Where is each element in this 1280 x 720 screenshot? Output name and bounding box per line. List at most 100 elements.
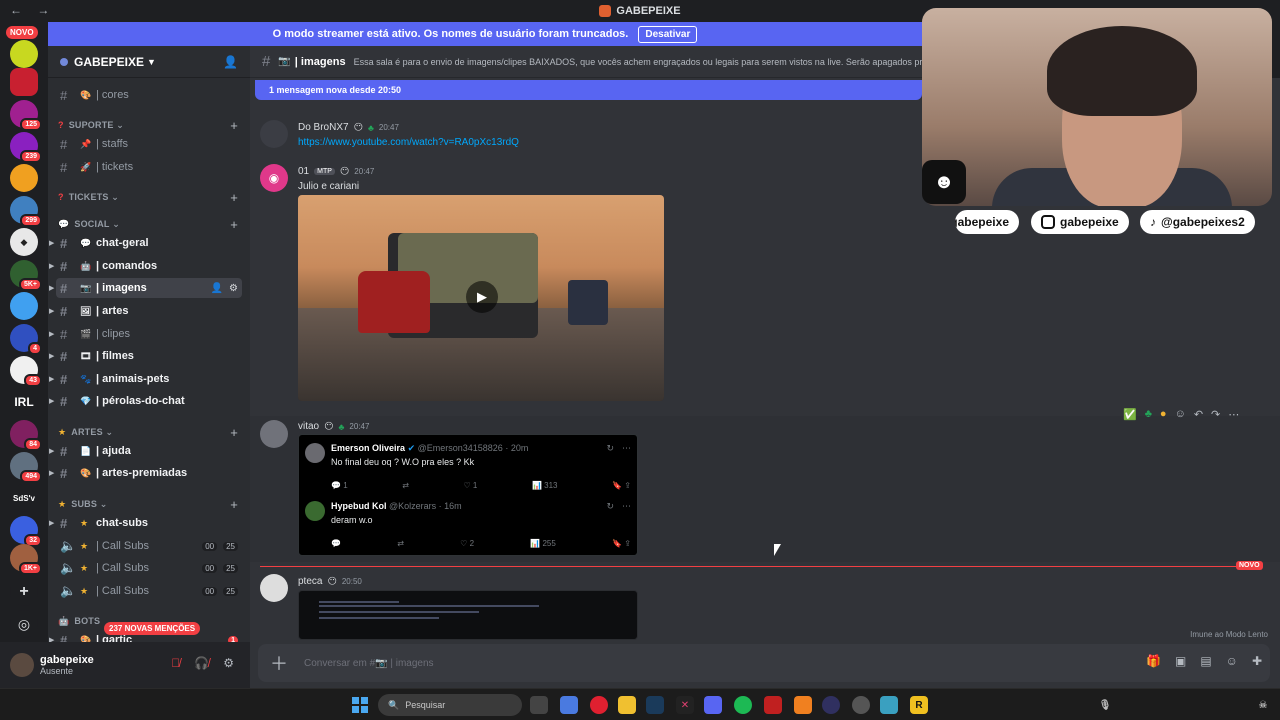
add-reaction-icon[interactable]: ☺ xyxy=(1175,408,1186,421)
new-mentions-pill[interactable]: 237 NOVAS MENÇÕES xyxy=(104,622,201,635)
channel-filmes[interactable]: ▶ # 🎞 | filmes xyxy=(49,346,242,366)
category-subs[interactable]: ★ SUBS ⌄ + xyxy=(58,497,238,512)
nav-arrows[interactable]: ← → xyxy=(10,3,55,17)
new-servers-pill[interactable]: NOVO xyxy=(6,26,38,39)
rockstar-icon[interactable]: R xyxy=(910,696,928,714)
channel-comandos[interactable]: ▶ # 🤖 | comandos xyxy=(49,256,242,276)
channel-staffs[interactable]: # 📌 | staffs xyxy=(56,134,242,154)
channel-tickets[interactable]: # 🚀 | tickets xyxy=(56,157,242,177)
gift-icon[interactable]: 🎁 xyxy=(1146,654,1161,668)
folder-icon[interactable] xyxy=(618,696,636,714)
server-icon[interactable]: 1K+ xyxy=(10,544,42,575)
voice-channel-call-subs[interactable]: 🔈 ★ | Call Subs 00 25 xyxy=(56,558,242,578)
server-icon[interactable]: 239 xyxy=(10,132,42,163)
reaction-icon[interactable]: ● xyxy=(1160,408,1167,421)
add-attachment-icon[interactable]: ＋ xyxy=(264,650,294,676)
avatar[interactable] xyxy=(10,653,34,677)
obs-icon[interactable] xyxy=(852,696,870,714)
reaction-icon[interactable]: ♣ xyxy=(1145,408,1152,421)
video-embed[interactable]: ▶ xyxy=(298,195,664,401)
channel-chat-subs[interactable]: ▶ # ★ chat-subs xyxy=(49,513,242,533)
server-icon[interactable] xyxy=(10,40,38,68)
channel-artes-premiadas[interactable]: ▶ # 🎨 | artes-premiadas xyxy=(49,463,242,483)
image-preview[interactable] xyxy=(298,590,638,640)
reply-icon[interactable]: ↶ xyxy=(1194,408,1203,421)
channel-artes[interactable]: ▶ # 🖼 | artes xyxy=(49,301,242,321)
steam-icon[interactable] xyxy=(646,696,664,714)
app-icon[interactable] xyxy=(822,696,840,714)
channel-cores[interactable]: # 🎨 | cores xyxy=(56,85,242,105)
retweet-icon: ⇄ xyxy=(402,481,409,490)
task-view-icon[interactable] xyxy=(530,696,548,714)
spotify-icon[interactable] xyxy=(734,696,752,714)
copilot-icon[interactable] xyxy=(560,696,578,714)
category-artes[interactable]: ★ ARTES ⌄ + xyxy=(58,425,238,440)
avatar[interactable] xyxy=(260,120,288,148)
discord-icon[interactable]: ◉ xyxy=(260,164,288,192)
play-icon[interactable]: ▶ xyxy=(466,281,498,313)
mic-icon[interactable]: 🎙 xyxy=(1096,696,1114,714)
check-reaction-icon[interactable]: ✅ xyxy=(1123,408,1137,421)
windows-start-icon[interactable] xyxy=(352,697,368,713)
server-icon[interactable]: ◆ xyxy=(10,228,38,256)
opera-icon[interactable] xyxy=(590,696,608,714)
forward-icon[interactable]: ↷ xyxy=(1211,408,1220,421)
server-icon[interactable]: 32 xyxy=(10,516,42,547)
channel-topic[interactable]: Essa sala é para o envio de imagens/clip… xyxy=(354,57,922,67)
server-icon[interactable] xyxy=(10,68,38,96)
cloud-icon[interactable] xyxy=(794,696,812,714)
channel-ajuda[interactable]: ▶ # 📄 | ajuda xyxy=(49,441,242,461)
server-icon[interactable]: 299 xyxy=(10,196,42,227)
voice-channel-call-subs[interactable]: 🔈 ★ | Call Subs 00 25 xyxy=(56,581,242,601)
gear-icon[interactable]: ⚙ xyxy=(223,656,234,670)
message-input[interactable]: Conversar em #📷 | imagens xyxy=(304,658,434,669)
server-icon[interactable]: IRL xyxy=(10,388,38,416)
avatar[interactable] xyxy=(260,420,288,448)
invite-icon[interactable]: 👤 xyxy=(223,55,238,69)
server-icon[interactable]: 43 xyxy=(10,356,42,387)
channel-clipes[interactable]: ▶ # 🎬 | clipes xyxy=(49,324,242,344)
emoji-icon[interactable]: ☺ xyxy=(1226,654,1238,668)
discord-icon[interactable] xyxy=(704,696,722,714)
message-composer: ＋ Conversar em #📷 | imagens 🎁 ▣ ▤ ☺ ✚ xyxy=(250,640,1280,688)
channel-imagens[interactable]: ▶ # 📷 | imagens 👤 ⚙ xyxy=(49,278,242,298)
sticker-icon[interactable]: ▤ xyxy=(1200,654,1211,668)
app-icon[interactable] xyxy=(880,696,898,714)
new-messages-bar[interactable]: 1 mensagem nova desde 20:50 xyxy=(255,80,922,100)
apps-icon[interactable]: ✚ xyxy=(1252,654,1262,668)
avatar xyxy=(305,501,325,521)
taskbar-search[interactable]: 🔍 Pesquisar xyxy=(378,694,522,716)
guild-header[interactable]: GABEPEIXE ▼ 👤 xyxy=(48,46,250,78)
category-tickets[interactable]: ? TICKETS ⌄ + xyxy=(58,190,238,205)
disable-streamer-button[interactable]: Desativar xyxy=(638,25,698,43)
mic-muted-icon[interactable]: 🎙̸ xyxy=(171,656,180,670)
gif-icon[interactable]: ▣ xyxy=(1175,654,1186,668)
badge-icon: ♣ xyxy=(367,122,374,133)
server-icon[interactable] xyxy=(10,292,38,320)
tag-badge: MTP xyxy=(314,168,335,175)
category-suporte[interactable]: ? SUPORTE ⌄ + xyxy=(58,118,238,133)
server-icon[interactable]: SdS'v xyxy=(10,484,38,512)
headphones-muted-icon[interactable]: 🎧̸ xyxy=(194,656,209,670)
add-server-icon[interactable]: + xyxy=(10,578,38,606)
channel-chat-geral[interactable]: ▶ # 💬 chat-geral xyxy=(49,233,242,253)
category-social[interactable]: 💬 SOCIAL ⌄ + xyxy=(58,217,238,232)
explore-servers-icon[interactable]: ◎ xyxy=(10,610,38,638)
app-icon[interactable] xyxy=(764,696,782,714)
server-icon[interactable]: 494 xyxy=(10,452,42,483)
server-icon[interactable]: 125 xyxy=(10,100,42,131)
tweet-embed[interactable]: Emerson Oliveira ✔ @Emerson34158826 · 20… xyxy=(298,434,638,556)
server-icon[interactable]: 84 xyxy=(10,420,42,451)
server-icon[interactable] xyxy=(10,164,38,192)
more-icon[interactable]: ⋯ xyxy=(1228,408,1239,421)
server-icon[interactable]: 5K+ xyxy=(10,260,42,291)
channel-perolas-do-chat[interactable]: ▶ # 💎 | pérolas-do-chat xyxy=(49,391,242,411)
capcut-icon[interactable]: ✕ xyxy=(676,696,694,714)
voice-channel-call-subs[interactable]: 🔈 ★ | Call Subs 00 25 xyxy=(56,536,242,556)
server-icon[interactable]: 4 xyxy=(10,324,42,355)
avatar[interactable] xyxy=(260,574,288,602)
tray-icon[interactable]: ☠ xyxy=(1254,696,1272,714)
channel-animais-pets[interactable]: ▶ # 🐾 | animais-pets xyxy=(49,369,242,389)
message-link[interactable]: https://www.youtube.com/watch?v=RA0pXc13… xyxy=(298,137,519,148)
user-panel: gabepeixe Ausente 🎙̸ 🎧̸ ⚙ xyxy=(0,642,250,688)
